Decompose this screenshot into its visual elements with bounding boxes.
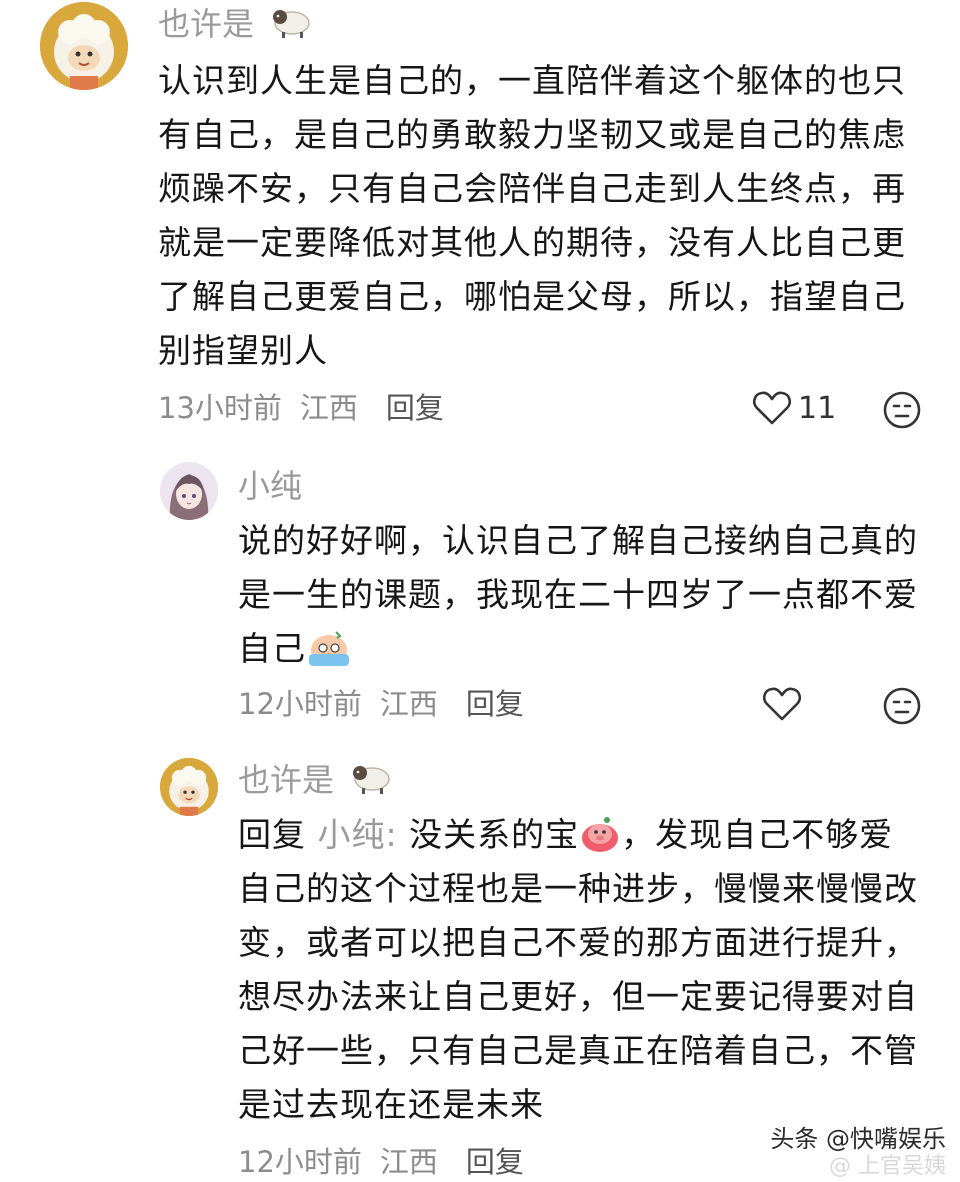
avatar[interactable] [40,2,128,90]
like-button[interactable]: 11 [752,390,836,426]
comment-line: 就是一定要降低对其他人的期待，没有人比自己更 [158,223,906,262]
comment-time: 13小时前 [158,391,282,425]
like-button[interactable] [762,686,802,722]
avatar[interactable] [160,462,218,520]
reply-button[interactable]: 回复 [386,391,444,425]
like-count: 11 [798,390,837,426]
comment-text: 认识到人生是自己的，一直陪伴着这个躯体的也只 有自己，是自己的勇敢毅力坚韧又或是… [158,54,906,378]
dislike-button[interactable] [882,686,922,730]
comment-line: 有自己，是自己的勇敢毅力坚韧又或是自己的焦虑 [158,115,906,154]
comment-location: 江西 [379,1145,438,1179]
reply-target-link[interactable]: 小纯: [318,815,398,854]
sheep-emoji-icon [348,759,392,806]
crying-emoji-icon [306,628,352,684]
comment-line: 自己 [238,622,918,676]
comment-time: 12小时前 [238,687,362,721]
comment-line: 己好一些，只有自己是真正在陪着自己，不管 [238,1031,918,1070]
comment-line: 烦躁不安，只有自己会陪伴自己走到人生终点，再 [158,169,906,208]
comment-time: 12小时前 [238,1145,362,1179]
comment-line: 想尽办法来让自己更好，但一定要记得要对自 [238,977,918,1016]
comment-author-name[interactable]: 也许是 [238,758,392,806]
meh-face-icon [883,391,921,429]
comment-location: 江西 [379,687,438,721]
comment-line: 说的好好啊，认识自己了解自己接纳自己真的 [238,521,918,560]
heart-icon [762,687,802,721]
comment-line: 别指望别人 [158,331,328,370]
reply-button[interactable]: 回复 [466,1145,524,1179]
comment-text: 说的好好啊，认识自己了解自己接纳自己真的 是一生的课题，我现在二十四岁了一点都不… [238,514,918,676]
anime-girl-avatar-icon [160,462,218,520]
comment-author-name[interactable]: 小纯 [238,464,302,508]
meh-face-icon [883,687,921,725]
comment-line: 是一生的课题，我现在二十四岁了一点都不爱 [238,575,918,614]
comment-meta: 13小时前 江西 回复 [158,388,462,428]
comment-line: 认识到人生是自己的，一直陪伴着这个躯体的也只 [158,61,906,100]
comment-author-name[interactable]: 也许是 [158,2,312,50]
watermark-sub: @ 上官吴姨 [829,1154,946,1179]
reply-button[interactable]: 回复 [466,687,524,721]
comment-text: 回复 小纯: 没关系的宝 ，发现自己不够爱 自己的这个过程也是一种进步，慢慢来慢… [238,808,918,1132]
comment-meta: 12小时前 江西 回复 [238,684,542,724]
comment-line: 了解自己更爱自己，哪怕是父母，所以，指望自己 [158,277,906,316]
comment-line: 变，或者可以把自己不爱的那方面进行提升， [238,923,918,962]
heart-icon [752,391,792,425]
sheep-avatar-icon [160,758,218,816]
sheep-avatar-icon [40,2,128,90]
comment-meta: 12小时前 江西 回复 [238,1142,542,1182]
sheep-emoji-icon [268,3,312,50]
comment-location: 江西 [299,391,358,425]
comment-line: 回复 小纯: 没关系的宝 ，发现自己不够爱 [238,808,918,862]
avatar[interactable] [160,758,218,816]
dislike-button[interactable] [882,390,922,434]
comment-line: 自己的这个过程也是一种进步，慢慢来慢慢改 [238,869,918,908]
